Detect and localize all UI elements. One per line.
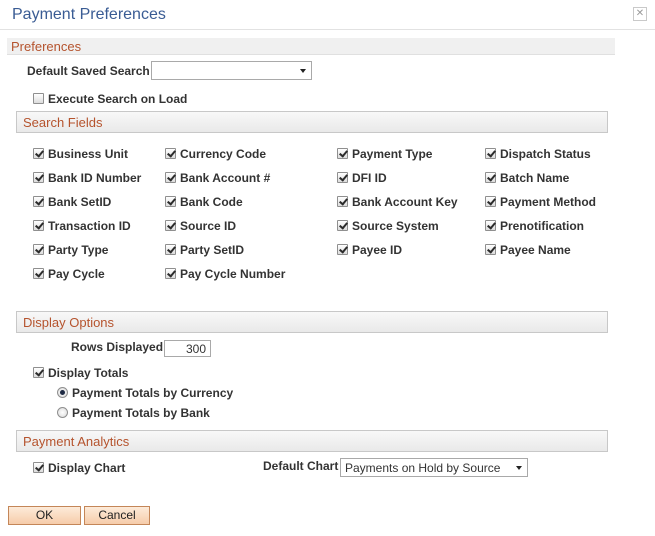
search-field-checkbox[interactable] <box>337 148 348 159</box>
rows-displayed-label: Rows Displayed <box>71 340 164 354</box>
payment-analytics-header: Payment Analytics <box>16 430 608 452</box>
search-fields-header: Search Fields <box>16 111 608 133</box>
display-chart-label: Display Chart <box>48 461 126 475</box>
search-field-checkbox[interactable] <box>165 196 176 207</box>
search-field-checkbox[interactable] <box>165 244 176 255</box>
search-field-label: Transaction ID <box>48 219 131 233</box>
search-field-checkbox[interactable] <box>485 196 496 207</box>
search-field-checkbox[interactable] <box>165 148 176 159</box>
search-field-checkbox[interactable] <box>33 196 44 207</box>
default-saved-search-select[interactable] <box>151 61 312 80</box>
search-field-checkbox[interactable] <box>33 244 44 255</box>
display-options-header: Display Options <box>16 311 608 333</box>
search-field-label: Bank Account # <box>180 171 271 185</box>
default-chart-label: Default Chart <box>263 459 339 473</box>
search-field-label: Source System <box>352 219 439 233</box>
totals-by-currency-radio[interactable] <box>57 387 68 398</box>
search-field-checkbox[interactable] <box>33 268 44 279</box>
search-field-label: Prenotification <box>500 219 585 233</box>
search-field-label: Dispatch Status <box>500 147 591 161</box>
search-field-checkbox[interactable] <box>485 244 496 255</box>
search-field-checkbox[interactable] <box>337 220 348 231</box>
close-icon: ✕ <box>635 8 645 19</box>
rows-displayed-value: 300 <box>185 342 206 356</box>
search-field-label: Bank Code <box>180 195 243 209</box>
search-field-label: Payee ID <box>352 243 403 257</box>
totals-by-currency-label: Payment Totals by Currency <box>72 386 234 400</box>
chevron-down-icon <box>516 466 522 470</box>
search-field-label: Business Unit <box>48 147 129 161</box>
default-chart-select[interactable]: Payments on Hold by Source <box>340 458 528 477</box>
search-field-checkbox[interactable] <box>165 268 176 279</box>
display-options-heading: Display Options <box>23 315 115 330</box>
execute-search-on-load-checkbox[interactable] <box>33 93 44 104</box>
search-field-label: Source ID <box>180 219 237 233</box>
search-field-checkbox[interactable] <box>33 148 44 159</box>
search-field-checkbox[interactable] <box>33 172 44 183</box>
search-field-checkbox[interactable] <box>337 196 348 207</box>
search-field-checkbox[interactable] <box>165 172 176 183</box>
search-field-checkbox[interactable] <box>165 220 176 231</box>
search-fields-heading: Search Fields <box>23 115 103 130</box>
dialog-title: Payment Preferences <box>12 6 166 23</box>
display-totals-label: Display Totals <box>48 366 129 380</box>
search-field-label: Currency Code <box>180 147 267 161</box>
preferences-heading: Preferences <box>11 39 82 54</box>
default-chart-value: Payments on Hold by Source <box>345 461 501 475</box>
search-field-checkbox[interactable] <box>33 220 44 231</box>
search-field-checkbox[interactable] <box>337 172 348 183</box>
ok-button[interactable]: OK <box>8 506 81 525</box>
rows-displayed-input[interactable]: 300 <box>164 340 211 357</box>
title-divider <box>0 29 655 30</box>
cancel-button[interactable]: Cancel <box>84 506 150 525</box>
search-field-label: Party SetID <box>180 243 245 257</box>
display-chart-checkbox[interactable] <box>33 462 44 473</box>
preferences-header: Preferences <box>7 38 615 55</box>
search-field-checkbox[interactable] <box>485 220 496 231</box>
search-field-label: Payment Method <box>500 195 597 209</box>
execute-search-on-load-label: Execute Search on Load <box>48 92 188 106</box>
search-field-label: Pay Cycle <box>48 267 105 281</box>
search-field-label: DFI ID <box>352 171 387 185</box>
search-field-label: Bank ID Number <box>48 171 142 185</box>
search-field-checkbox[interactable] <box>337 244 348 255</box>
chevron-down-icon <box>300 69 306 73</box>
search-field-label: Pay Cycle Number <box>180 267 286 281</box>
title-bar: Payment Preferences ✕ <box>0 0 655 30</box>
search-field-label: Payee Name <box>500 243 571 257</box>
close-button[interactable]: ✕ <box>633 7 647 21</box>
display-totals-checkbox[interactable] <box>33 367 44 378</box>
totals-by-bank-radio[interactable] <box>57 407 68 418</box>
search-field-label: Payment Type <box>352 147 433 161</box>
search-field-label: Batch Name <box>500 171 570 185</box>
search-field-checkbox[interactable] <box>485 148 496 159</box>
totals-by-bank-label: Payment Totals by Bank <box>72 406 210 420</box>
default-saved-search-label: Default Saved Search <box>27 64 150 78</box>
search-field-label: Bank SetID <box>48 195 112 209</box>
search-field-label: Party Type <box>48 243 109 257</box>
search-field-label: Bank Account Key <box>352 195 458 209</box>
search-field-checkbox[interactable] <box>485 172 496 183</box>
payment-analytics-heading: Payment Analytics <box>23 434 130 449</box>
